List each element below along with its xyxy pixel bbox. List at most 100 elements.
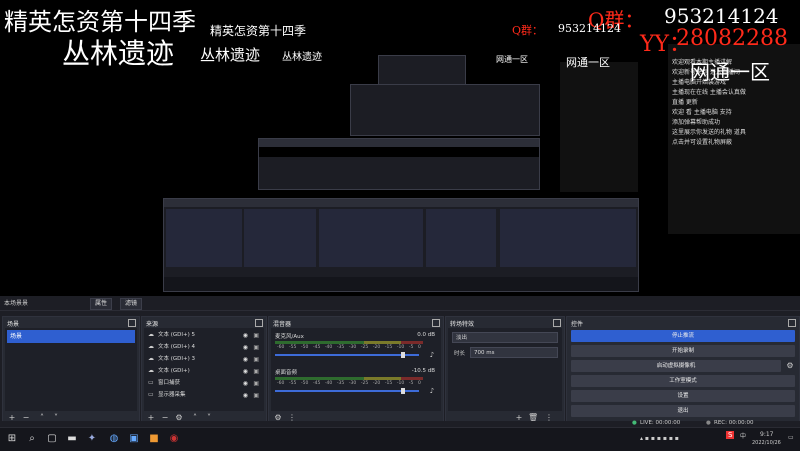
overlay-qq-number-nested: 953214124 — [558, 22, 621, 35]
ime-language[interactable]: 中 — [740, 431, 746, 440]
app-icon[interactable]: ■ — [148, 433, 160, 445]
volume-slider-knob[interactable] — [401, 352, 405, 358]
overlay-qq-label-nested: Q群： — [512, 24, 544, 37]
virtual-camera-settings-icon[interactable]: ⚙ — [785, 361, 795, 371]
meter-scale: -60 -55 -50 -45 -40 -35 -30 -25 -20 -15 -10 -5 0 — [277, 345, 421, 350]
overlay-jungle-nested-2: 丛林遗迹 — [282, 52, 322, 63]
overlay-title-nested: 精英怎资第十四季 — [210, 24, 307, 38]
obs-dock-area: 本场景景 属性 滤镜 场景 场景 + − ˄ ˅ 来源 ☁ 文本 (GDI+) … — [0, 296, 800, 426]
chat-panel-mid — [560, 62, 638, 192]
filters-button[interactable]: 滤镜 — [120, 298, 143, 310]
mixer-channel-desktop: 桌面音频 -10.5 dB -60 -55 -50 -45 -40 -35 -30 -25 -2… — [275, 368, 437, 396]
overlay-yy-number: 28082288 — [676, 26, 788, 51]
visibility-icon[interactable]: ◉ — [243, 367, 248, 377]
dock-title: 来源 — [146, 321, 159, 328]
duration-label: 时长 — [454, 351, 466, 357]
windows-taskbar: ⊞ ⌕ ▢ ▬ ✦ ◍ ▣ ■ ◉ S 中 ▴ ▪ ▪ ▪ ▪ ▪ ▪ 9:17… — [0, 427, 800, 451]
lock-icon[interactable]: ▣ — [253, 355, 259, 365]
start-recording-button[interactable]: 开始录制 — [571, 345, 795, 357]
overlay-region: 网通一区 — [690, 60, 770, 84]
nested-capture-5 — [378, 55, 466, 85]
chat-line: 直播 更新 — [672, 99, 698, 106]
controls-dock: 控件 停止推流 开始录制 启动虚拟摄像机 ⚙ 工作室模式 设置 退出 — [566, 316, 800, 426]
rec-indicator-icon: ● — [706, 420, 711, 426]
cloud-icon: ☁ — [148, 355, 154, 362]
notification-icon[interactable]: ▭ — [788, 434, 794, 441]
chat-line: 欢迎 看 主播电脑 支持 — [672, 109, 732, 116]
preview-canvas[interactable]: 欢迎观看本期主播讲解 欢迎新号来到 进入直播间 主播电脑开始装游戏 主播现在在线… — [0, 0, 800, 296]
meter-scale: -60 -55 -50 -45 -40 -35 -30 -25 -20 -15 -10 -5 0 — [277, 381, 421, 386]
speaker-icon[interactable]: ♪ — [427, 386, 437, 396]
lock-icon[interactable]: ▣ — [253, 331, 259, 341]
visibility-icon[interactable]: ◉ — [243, 331, 248, 341]
volume-slider-knob[interactable] — [401, 388, 405, 394]
sogou-ime-icon[interactable]: S — [726, 431, 735, 439]
dock-float-icon[interactable] — [255, 319, 263, 327]
duration-input[interactable]: 700 ms — [470, 347, 558, 358]
cloud-icon: ☁ — [148, 331, 154, 338]
lock-icon[interactable]: ▣ — [253, 343, 259, 353]
volume-slider[interactable] — [275, 354, 419, 356]
lock-icon[interactable]: ▣ — [253, 391, 259, 401]
scenes-dock: 场景 场景 + − ˄ ˅ — [2, 316, 140, 426]
clock-date[interactable]: 2022/10/26 — [752, 440, 781, 446]
tray-icons[interactable]: ▴ ▪ ▪ ▪ ▪ ▪ ▪ — [640, 435, 679, 442]
start-virtual-camera-button[interactable]: 启动虚拟摄像机 — [571, 360, 781, 372]
clock-time[interactable]: 9:17 — [760, 431, 773, 438]
transition-select[interactable]: 淡出 — [452, 332, 558, 343]
monitor-icon: ▭ — [148, 391, 154, 398]
dock-title: 转场特效 — [450, 321, 475, 328]
lock-icon[interactable]: ▣ — [253, 379, 259, 389]
settings-button[interactable]: 设置 — [571, 390, 795, 402]
live-indicator-icon: ● — [632, 420, 637, 426]
game-app-icon[interactable]: ✦ — [86, 433, 98, 445]
dock-title: 场景 — [7, 321, 20, 328]
obs-icon[interactable]: ◉ — [168, 433, 180, 445]
chat-line: 添加弹幕帮助成功 — [672, 119, 721, 126]
volume-meter — [275, 377, 423, 380]
bilibili-icon[interactable]: ▣ — [128, 433, 140, 445]
dock-title: 控件 — [571, 321, 584, 328]
visibility-icon[interactable]: ◉ — [243, 343, 248, 353]
overlay-qq-number: 953214124 — [664, 4, 779, 28]
scene-item[interactable]: 场景 — [7, 330, 135, 343]
dock-float-icon[interactable] — [432, 319, 440, 327]
dock-float-icon[interactable] — [788, 319, 796, 327]
studio-mode-button[interactable]: 工作室模式 — [571, 375, 795, 387]
cloud-icon: ☁ — [148, 343, 154, 350]
file-explorer-icon[interactable]: ▬ — [66, 433, 78, 445]
overlay-jungle: 丛林遗迹 — [62, 37, 175, 70]
rec-time: REC: 00:00:00 — [714, 420, 754, 426]
monitor-icon: ▭ — [148, 379, 154, 386]
lock-icon[interactable]: ▣ — [253, 367, 259, 377]
source-item[interactable]: ▭ 窗口捕获 ◉ ▣ — [146, 378, 262, 388]
source-item[interactable]: ☁ 文本 (GDI+) 4 ◉ ▣ — [146, 342, 262, 352]
search-icon[interactable]: ⌕ — [26, 433, 38, 445]
mixer-channel-mic: 麦克风/Aux 0.0 dB -60 -55 -50 -45 -40 -35 -30 -25-… — [275, 332, 437, 360]
cloud-icon: ☁ — [148, 367, 154, 374]
source-item[interactable]: ☁ 文本 (GDI+) 3 ◉ ▣ — [146, 354, 262, 364]
exit-button[interactable]: 退出 — [571, 405, 795, 417]
nested-capture-4 — [350, 84, 540, 136]
chat-line: 这里展示你发送的礼物 道具 — [672, 129, 746, 136]
current-scene-label: 本场景景 — [4, 300, 29, 307]
visibility-icon[interactable]: ◉ — [243, 355, 248, 365]
dock-float-icon[interactable] — [128, 319, 136, 327]
speaker-icon[interactable]: ♪ — [427, 350, 437, 360]
source-item[interactable]: ☁ 文本 (GDI+) 5 ◉ ▣ — [146, 330, 262, 340]
browser-icon[interactable]: ◍ — [108, 433, 120, 445]
visibility-icon[interactable]: ◉ — [243, 379, 248, 389]
task-view-icon[interactable]: ▢ — [46, 433, 58, 445]
dock-float-icon[interactable] — [553, 319, 561, 327]
volume-slider[interactable] — [275, 390, 419, 392]
live-time: LIVE: 00:00:00 — [640, 420, 681, 426]
source-item[interactable]: ☁ 文本 (GDI+) ◉ ▣ — [146, 366, 262, 376]
source-item[interactable]: ▭ 显示器采集 ◉ ▣ — [146, 390, 262, 400]
stop-streaming-button[interactable]: 停止推流 — [571, 330, 795, 342]
windows-start-icon[interactable]: ⊞ — [6, 433, 18, 445]
chat-line: 主播现在在线 主播会认真做 — [672, 89, 746, 96]
properties-button[interactable]: 属性 — [90, 298, 113, 310]
visibility-icon[interactable]: ◉ — [243, 391, 248, 401]
audio-mixer-dock: 混音器 麦克风/Aux 0.0 dB -60 -55 -50 -45 -40 -35 -30… — [268, 316, 444, 426]
overlay-region-nested-2: 网通一区 — [496, 55, 528, 64]
